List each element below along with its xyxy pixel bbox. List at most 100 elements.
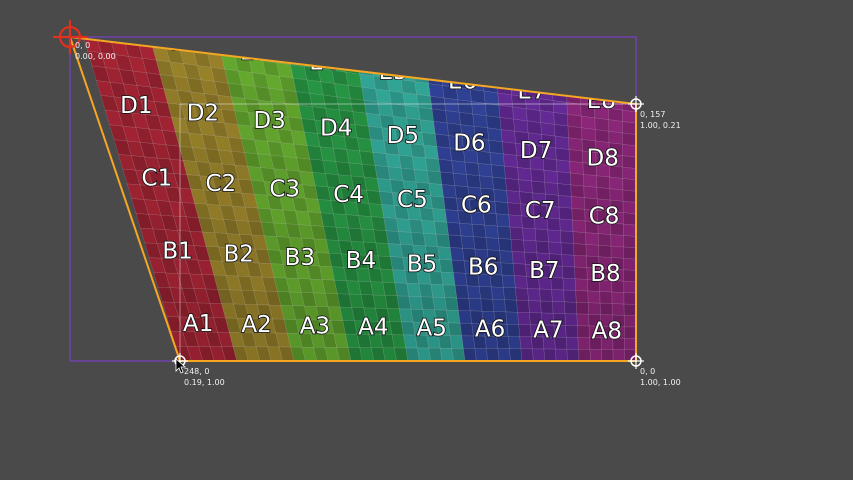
grid-subcell	[622, 189, 636, 203]
grid-subcell	[312, 41, 330, 58]
grid-subcell	[368, 49, 386, 66]
grid-subcell	[350, 98, 367, 114]
canvas[interactable]: A1 A2 A3 A4 A5 A6 A7 A8 B1 B2 B3 B4 B5 B6 B7 B8 C1 C2 C3 C4…	[0, 0, 853, 480]
grid-subcell	[567, 114, 582, 128]
grid-subcell	[558, 195, 573, 209]
grid-subcell	[530, 168, 545, 183]
grid-subcell	[446, 309, 461, 324]
grid-cell-label: D7	[520, 138, 552, 164]
grid-subcell	[528, 300, 542, 314]
grid-subcell	[623, 246, 636, 260]
grid-subcell	[597, 233, 612, 247]
grid-subcell	[564, 313, 578, 327]
grid-subcell	[484, 103, 501, 118]
grid-subcell	[623, 223, 636, 237]
grid-subcell	[376, 178, 393, 193]
readout-normalized: 1.00, 0.21	[640, 121, 681, 130]
grid-subcell	[559, 218, 574, 232]
grid-cell-label: A8	[592, 319, 622, 345]
grid-subcell	[610, 245, 624, 259]
grid-subcell	[544, 181, 559, 196]
grid-subcell	[411, 56, 428, 72]
grid-subcell	[347, 85, 365, 101]
grid-subcell	[517, 312, 531, 325]
grid-subcell	[92, 37, 112, 41]
grid-subcell	[477, 163, 493, 178]
grid-subcell	[459, 322, 474, 337]
grid-subcell	[183, 9, 201, 25]
grid-subcell	[458, 310, 473, 324]
grid-subcell	[326, 43, 344, 60]
grid-subcell	[504, 165, 519, 180]
grid-subcell	[518, 179, 533, 194]
grid-subcell	[622, 178, 636, 192]
grid-subcell	[459, 222, 474, 237]
grid-subcell	[103, 11, 121, 28]
readout-normalized: 0.19, 1.00	[184, 378, 225, 387]
grid-subcell	[483, 90, 500, 106]
grid-subcell	[509, 226, 524, 241]
grid-subcell	[409, 43, 426, 59]
grid-subcell	[506, 190, 521, 205]
grid-subcell	[430, 284, 446, 298]
grid-subcell	[578, 349, 591, 361]
grid-subcell	[381, 204, 397, 219]
grid-subcell	[127, 1, 145, 18]
grid-subcell	[610, 234, 624, 248]
grid-subcell	[576, 302, 589, 315]
grid-subcell	[197, 11, 214, 27]
grid-cell-label: A6	[475, 317, 505, 343]
grid-subcell	[284, 37, 303, 54]
grid-subcell	[408, 219, 424, 234]
grid-subcell	[310, 37, 328, 45]
grid-subcell	[416, 94, 433, 110]
grid-subcell	[518, 324, 532, 338]
grid-subcell	[172, 37, 191, 38]
grid-subcell	[443, 196, 459, 211]
grid-subcell	[512, 263, 527, 277]
grid-subcell	[445, 110, 461, 125]
grid-subcell	[433, 221, 449, 236]
grid-subcell	[439, 60, 456, 76]
grid-subcell	[526, 108, 542, 123]
grid-subcell	[169, 7, 187, 23]
grid-subcell	[565, 325, 579, 338]
grid-subcell	[375, 88, 392, 104]
grid-subcell	[535, 240, 550, 254]
grid-subcell	[623, 315, 636, 328]
grid-subcell	[463, 348, 477, 361]
grid-subcell	[471, 223, 487, 238]
grid-subcell	[464, 161, 480, 176]
grid-subcell	[492, 298, 507, 313]
grid-subcell	[551, 289, 565, 303]
grid-cell-label: A3	[300, 313, 330, 339]
grid-subcell	[442, 284, 458, 299]
grid-subcell	[451, 259, 466, 274]
grid-subcell	[418, 106, 434, 122]
grid-subcell	[363, 99, 381, 116]
grid-subcell	[435, 233, 451, 248]
grid-subcell	[500, 129, 516, 144]
grid-subcell	[566, 337, 579, 350]
grid-subcell	[472, 113, 488, 129]
grid-subcell	[448, 234, 463, 249]
grid-subcell	[523, 72, 539, 88]
grid-subcell	[511, 251, 526, 265]
grid-cell-label: B3	[285, 245, 315, 271]
grid-subcell	[405, 347, 420, 361]
grid-subcell	[607, 73, 623, 88]
grid-subcell	[623, 292, 636, 305]
grid-subcell	[454, 285, 469, 299]
grid-subcell	[515, 287, 529, 301]
grid-subcell	[428, 347, 443, 361]
grid-subcell	[423, 232, 439, 247]
grid-subcell	[444, 209, 460, 224]
grid-subcell	[514, 275, 528, 289]
grid-subcell	[585, 244, 600, 258]
grid-subcell	[621, 98, 636, 113]
grid-subcell	[576, 313, 590, 327]
grid-subcell	[573, 243, 587, 257]
grid-cell-label: D8	[587, 146, 619, 172]
grid-subcell	[425, 157, 441, 173]
grid-cell-label: E4	[309, 49, 338, 75]
